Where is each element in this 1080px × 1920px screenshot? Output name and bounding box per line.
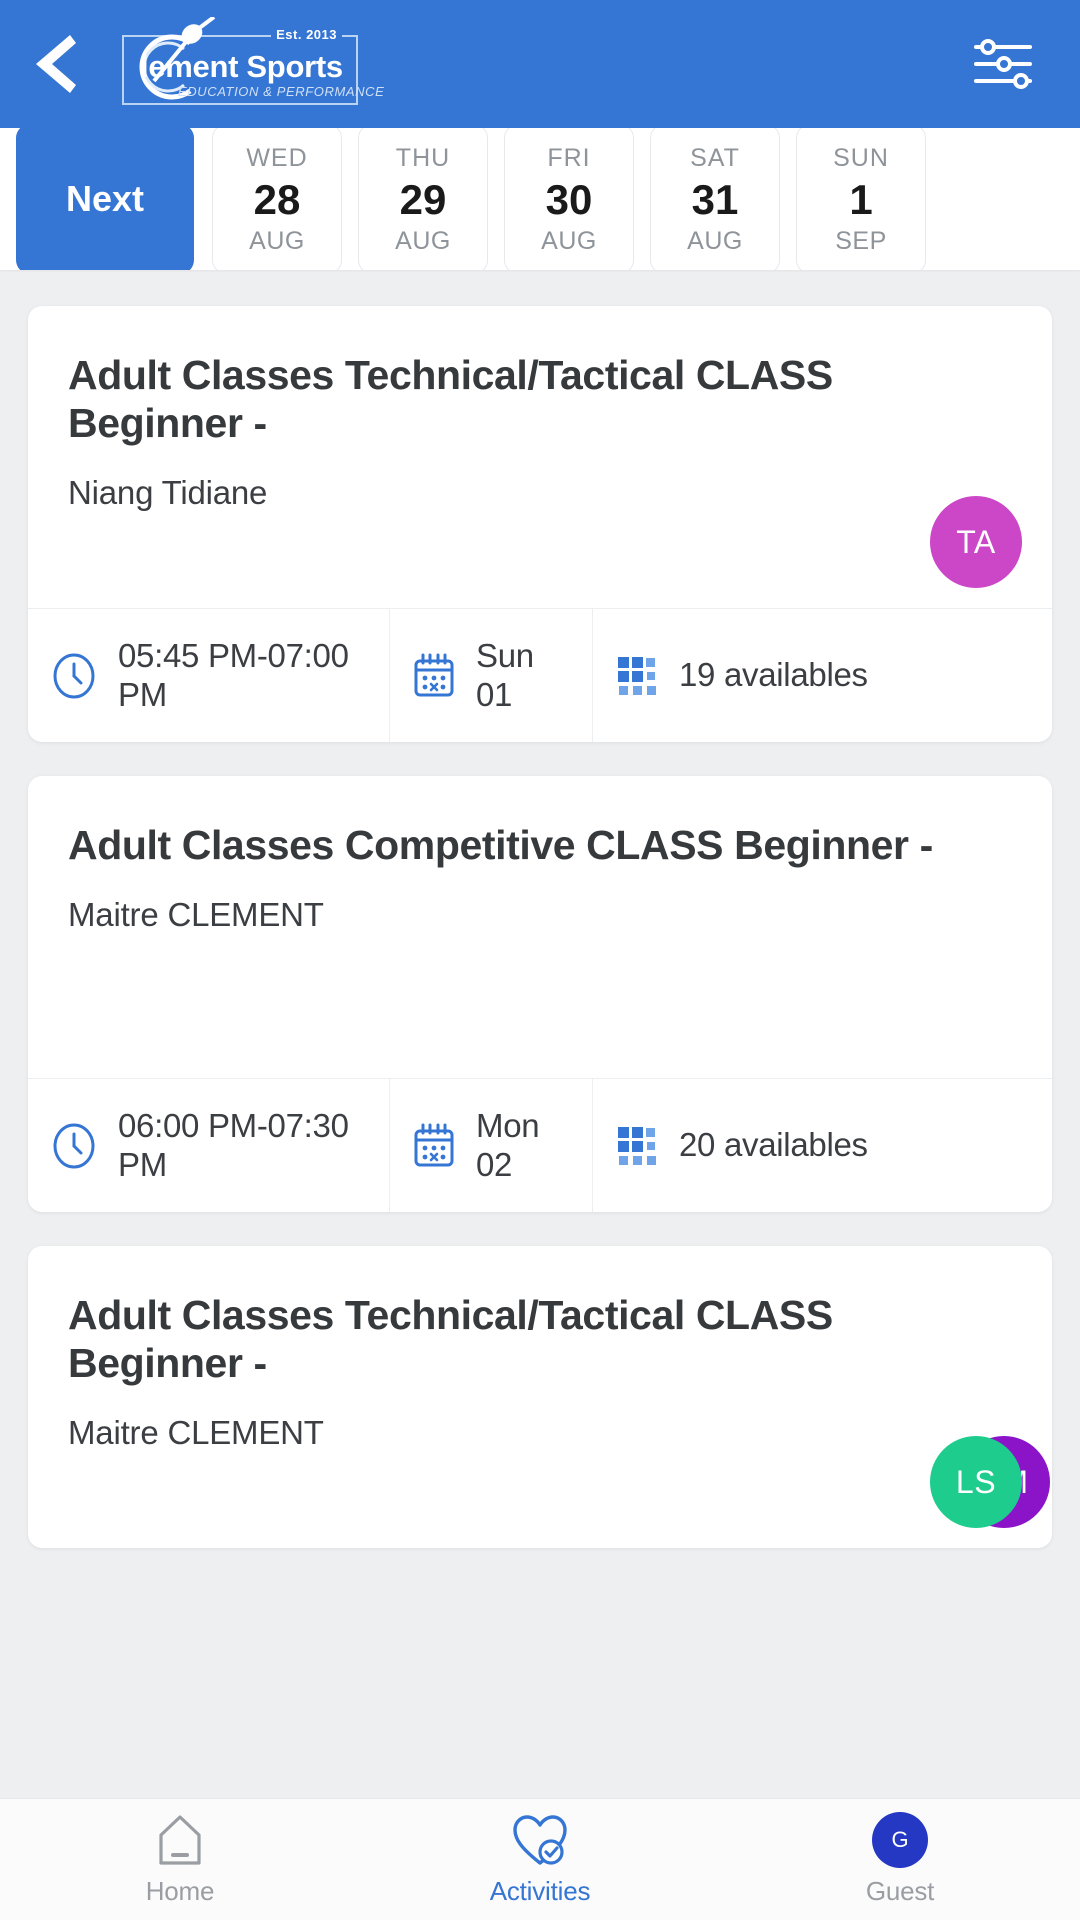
activity-coach: Maitre CLEMENT (68, 895, 324, 933)
app-header: Est. 2013 lement Sports EDUCATION & PERF… (0, 0, 1080, 128)
clock-icon (50, 1122, 98, 1170)
activity-date: Sun 01 (476, 636, 534, 713)
nav-label-home: Home (145, 1876, 215, 1906)
date-day: 30 (545, 176, 593, 223)
avatar: LS (930, 1436, 1022, 1528)
activity-availability-cell: 20 availables (593, 1079, 1052, 1212)
activity-time: 05:45 PM-07:00 PM (118, 636, 349, 713)
activity-card-body: Adult Classes Technical/Tactical CLASS B… (28, 306, 1052, 608)
activity-title: Adult Classes Technical/Tactical CLASS B… (68, 1292, 833, 1386)
date-month: AUG (687, 227, 743, 255)
activity-date: Mon 02 (476, 1106, 540, 1183)
date-day: 31 (691, 176, 739, 223)
home-icon (154, 1812, 206, 1868)
date-day: 28 (253, 176, 301, 223)
date-month: AUG (395, 227, 451, 255)
participant-avatars: EM LS (930, 1436, 1050, 1528)
sliders-filter-icon (974, 39, 1032, 89)
activity-card-footer: 05:45 PM-07:00 PM Sun 01 19 availables (28, 608, 1052, 742)
date-chip-3[interactable]: SAT 31 AUG (650, 128, 780, 270)
nav-item-activities[interactable]: Activities (360, 1812, 720, 1907)
nav-item-home[interactable]: Home (0, 1812, 360, 1907)
activity-title: Adult Classes Competitive CLASS Beginner… (68, 822, 933, 868)
bottom-navigation: Home Activities G Guest (0, 1798, 1080, 1920)
activity-coach: Maitre CLEMENT (68, 1413, 324, 1451)
activity-card-body: Adult Classes Competitive CLASS Beginner… (28, 776, 1052, 1078)
date-dow: SAT (690, 144, 740, 172)
back-button[interactable] (0, 0, 110, 128)
logo-est-text: Est. 2013 (271, 27, 342, 43)
next-button[interactable]: Next (16, 128, 194, 270)
activity-date-cell: Sun 01 (390, 609, 593, 742)
app-root: Est. 2013 lement Sports EDUCATION & PERF… (0, 0, 1080, 1920)
activity-card[interactable]: Adult Classes Technical/Tactical CLASS B… (28, 1246, 1052, 1548)
activity-list: Adult Classes Technical/Tactical CLASS B… (0, 270, 1080, 1920)
nav-item-guest[interactable]: G Guest (720, 1812, 1080, 1907)
date-chip-1[interactable]: THU 29 AUG (358, 128, 488, 270)
logo-sub-text: EDUCATION & PERFORMANCE (178, 84, 385, 99)
activity-card[interactable]: Adult Classes Competitive CLASS Beginner… (28, 776, 1052, 1212)
grid-seats-icon (615, 654, 659, 698)
date-chip-2[interactable]: FRI 30 AUG (504, 128, 634, 270)
guest-avatar-icon: G (872, 1812, 928, 1868)
chevron-left-icon (36, 35, 76, 93)
activity-coach: Niang Tidiane (68, 473, 268, 511)
activity-card[interactable]: Adult Classes Technical/Tactical CLASS B… (28, 306, 1052, 742)
activity-date-cell: Mon 02 (390, 1079, 593, 1212)
activity-title: Adult Classes Technical/Tactical CLASS B… (68, 352, 833, 446)
date-month: AUG (249, 227, 305, 255)
grid-seats-icon (615, 1124, 659, 1168)
activity-time-cell: 06:00 PM-07:30 PM (28, 1079, 390, 1212)
date-dow: WED (246, 144, 308, 172)
date-chip-4[interactable]: SUN 1 SEP (796, 128, 926, 270)
activity-time-cell: 05:45 PM-07:00 PM (28, 609, 390, 742)
date-month: AUG (541, 227, 597, 255)
date-dow: FRI (547, 144, 591, 172)
date-day: 1 (849, 176, 873, 223)
calendar-icon (412, 1123, 456, 1169)
activity-availability-cell: 19 availables (593, 609, 1052, 742)
heart-check-icon (511, 1812, 569, 1868)
logo-main-text: lement Sports (140, 49, 343, 84)
date-selector-strip[interactable]: Next WED 28 AUG THU 29 AUG FRI 30 AUG SA… (0, 128, 1080, 270)
activity-time: 06:00 PM-07:30 PM (118, 1106, 349, 1183)
participant-avatars: TA (930, 496, 1022, 588)
nav-label-activities: Activities (489, 1876, 591, 1906)
date-dow: SUN (833, 144, 889, 172)
date-chip-0[interactable]: WED 28 AUG (212, 128, 342, 270)
date-dow: THU (395, 144, 451, 172)
brand-logo: Est. 2013 lement Sports EDUCATION & PERF… (122, 17, 384, 105)
activity-availables: 20 availables (679, 1126, 868, 1164)
guest-initial: G (872, 1812, 928, 1868)
activity-card-footer: 06:00 PM-07:30 PM Mon 02 20 availables (28, 1078, 1052, 1212)
clock-icon (50, 652, 98, 700)
date-day: 29 (399, 176, 447, 223)
date-month: SEP (835, 227, 887, 255)
nav-label-guest: Guest (865, 1876, 935, 1906)
filter-button[interactable] (948, 0, 1058, 128)
calendar-icon (412, 653, 456, 699)
activity-availables: 19 availables (679, 656, 868, 694)
avatar: TA (930, 496, 1022, 588)
activity-card-body: Adult Classes Technical/Tactical CLASS B… (28, 1246, 1052, 1548)
